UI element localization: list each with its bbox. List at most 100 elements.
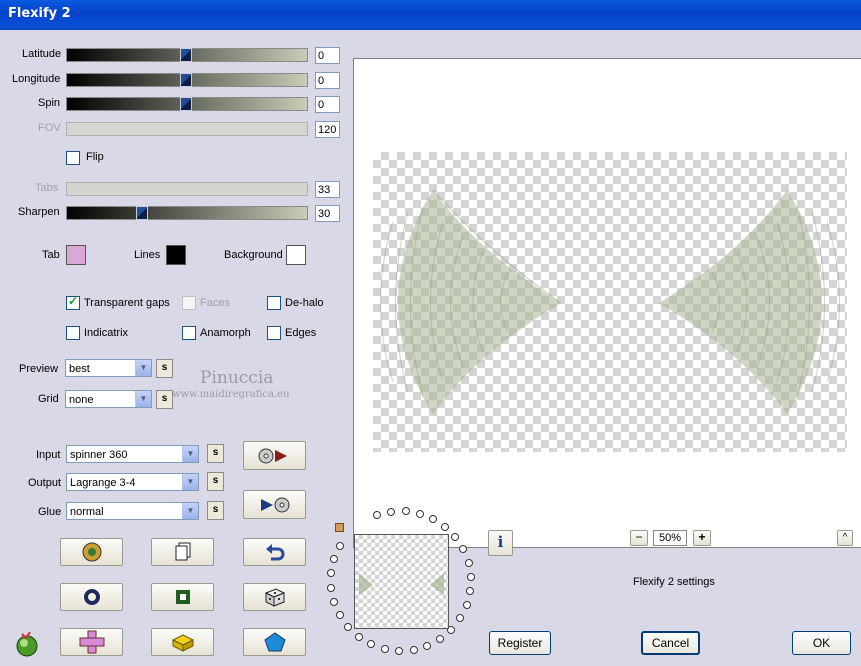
de-halo-label: De-halo	[285, 297, 324, 309]
input-s-button[interactable]: s	[207, 444, 224, 463]
brick-button[interactable]	[151, 628, 214, 656]
tab-color-label: Tab	[42, 249, 60, 261]
palette-icon	[82, 542, 101, 562]
navigator-dial-dot[interactable]	[387, 507, 396, 516]
background-color-swatch[interactable]	[286, 245, 306, 265]
sharpen-input[interactable]: 30	[315, 205, 340, 222]
spin-input[interactable]: 0	[315, 96, 340, 113]
navigator-dial-dot[interactable]	[459, 545, 468, 554]
navigator-dial-dot[interactable]	[401, 507, 410, 516]
chevron-down-icon[interactable]: ▼	[182, 474, 198, 490]
navigator-dial-dot[interactable]	[354, 632, 363, 641]
circle-button[interactable]	[60, 583, 123, 611]
navigator-dial-dot[interactable]	[380, 645, 389, 654]
window-title: Flexify 2	[8, 6, 71, 21]
edges-checkbox[interactable]	[267, 326, 281, 340]
undo-icon	[265, 544, 284, 561]
grid-label: Grid	[38, 393, 59, 405]
navigator-dial-dot[interactable]	[344, 623, 353, 632]
navigator-dial-dot[interactable]	[436, 634, 445, 643]
fov-input[interactable]: 120	[315, 121, 340, 138]
cross-button[interactable]	[60, 628, 123, 656]
info-button[interactable]: i	[488, 530, 513, 556]
navigator-dial-dot[interactable]	[409, 645, 418, 654]
load-input-button[interactable]	[243, 441, 306, 470]
randomize-button[interactable]	[60, 538, 123, 566]
lines-color-swatch[interactable]	[166, 245, 186, 265]
ok-button[interactable]: OK	[792, 631, 851, 655]
input-dropdown[interactable]: spinner 360 ▼	[66, 445, 199, 463]
spin-slider[interactable]	[66, 97, 308, 111]
navigator-dial-dot[interactable]	[464, 558, 473, 567]
output-s-button[interactable]: s	[207, 472, 224, 491]
dialog-body: Latitude 0 Longitude 0 Spin 0 FOV 120 Fl…	[0, 30, 861, 666]
sharpen-slider[interactable]	[66, 206, 308, 220]
longitude-slider[interactable]	[66, 73, 308, 87]
input-label: Input	[36, 449, 61, 461]
grid-value: none	[69, 394, 94, 406]
navigator-dial-dot[interactable]	[415, 509, 424, 518]
copy-button[interactable]	[151, 538, 214, 566]
longitude-slider-thumb[interactable]	[180, 73, 192, 87]
collapse-button[interactable]: ^	[837, 530, 853, 546]
glue-s-button[interactable]: s	[207, 501, 224, 520]
preview-canvas[interactable]	[353, 58, 861, 548]
latitude-slider-thumb[interactable]	[180, 48, 192, 62]
navigator-preview-image	[359, 573, 444, 595]
undo-button[interactable]	[243, 538, 306, 566]
preview-s-button[interactable]: s	[156, 359, 173, 378]
brick-icon	[171, 634, 194, 652]
longitude-input[interactable]: 0	[315, 72, 340, 89]
sharpen-slider-thumb[interactable]	[136, 206, 148, 220]
navigator-dial-dot[interactable]	[330, 597, 339, 606]
navigator-dial-dot[interactable]	[466, 572, 475, 581]
pentagon-icon	[263, 632, 286, 652]
grid-s-button[interactable]: s	[156, 390, 173, 409]
de-halo-checkbox[interactable]	[267, 296, 281, 310]
anamorph-label: Anamorph	[200, 327, 251, 339]
zoom-in-button[interactable]: +	[693, 530, 711, 546]
spin-slider-thumb[interactable]	[180, 97, 192, 111]
pentagon-button[interactable]	[243, 628, 306, 656]
background-color-label: Background	[224, 249, 283, 261]
save-output-button[interactable]	[243, 490, 306, 519]
navigator-dial-dot[interactable]	[327, 583, 336, 592]
navigator-dial-dot[interactable]	[395, 646, 404, 655]
navigator-dial-dot[interactable]	[462, 601, 471, 610]
grid-dropdown[interactable]: none ▼	[65, 390, 152, 408]
latitude-slider[interactable]	[66, 48, 308, 62]
navigator-dial-dot[interactable]	[330, 555, 339, 564]
cancel-button[interactable]: Cancel	[641, 631, 700, 655]
output-dropdown[interactable]: Lagrange 3-4 ▼	[66, 473, 199, 491]
navigator-dial-dot[interactable]	[423, 641, 432, 650]
indicatrix-checkbox[interactable]	[66, 326, 80, 340]
register-button[interactable]: Register	[489, 631, 551, 655]
watermark-name: Pinuccia	[200, 368, 274, 388]
transparent-gaps-checkbox[interactable]	[66, 294, 80, 310]
tab-color-swatch[interactable]	[66, 245, 86, 265]
navigator-dial-dot[interactable]	[456, 614, 465, 623]
tabs-input[interactable]: 33	[315, 181, 340, 198]
play-disc-icon	[260, 497, 289, 512]
spin-label: Spin	[38, 97, 61, 109]
chevron-down-icon[interactable]: ▼	[182, 446, 198, 462]
square-button[interactable]	[151, 583, 214, 611]
navigator-dial-dot[interactable]	[466, 587, 475, 596]
zoom-out-button[interactable]: −	[630, 530, 648, 546]
preview-dropdown[interactable]: best ▼	[65, 359, 152, 377]
navigator-thumbnail[interactable]	[354, 534, 449, 629]
navigator-handle[interactable]	[335, 523, 344, 532]
chevron-down-icon[interactable]: ▼	[135, 391, 151, 407]
navigator-dial-dot[interactable]	[335, 611, 344, 620]
chevron-down-icon[interactable]: ▼	[182, 503, 198, 519]
flip-checkbox[interactable]	[66, 151, 80, 165]
navigator-dial-dot[interactable]	[327, 569, 336, 578]
latitude-input[interactable]: 0	[315, 47, 340, 64]
tabs-slider	[66, 182, 308, 196]
anamorph-checkbox[interactable]	[182, 326, 196, 340]
dice-button[interactable]	[243, 583, 306, 611]
navigator-dial-dot[interactable]	[367, 640, 376, 649]
chevron-down-icon[interactable]: ▼	[135, 360, 151, 376]
glue-dropdown[interactable]: normal ▼	[66, 502, 199, 520]
navigator-dial-dot[interactable]	[336, 542, 345, 550]
